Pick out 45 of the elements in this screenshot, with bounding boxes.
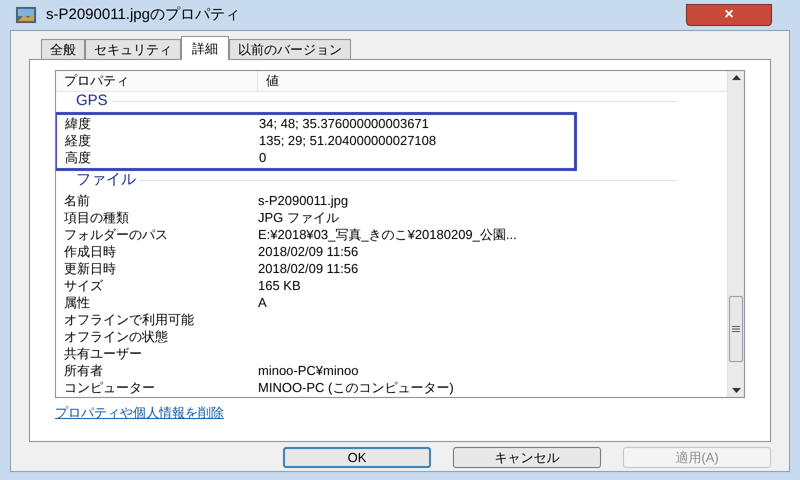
property-value: 34; 48; 35.376000000003671 [259,115,429,134]
property-name: 緯度 [64,115,92,134]
tab[interactable]: 全般 [41,39,85,59]
property-name: 作成日時 [63,243,117,262]
property-name: 共有ユーザー [63,345,143,364]
property-name: サイズ [63,277,104,296]
property-name: オフラインで利用可能 [63,311,195,330]
close-button[interactable]: × [686,4,772,26]
tab[interactable]: セキュリティ [85,39,181,59]
property-name: 更新日時 [63,260,117,278]
property-value: 0 [259,149,266,168]
window-title: s-P2090011.jpgのプロパティ [46,4,240,25]
tab[interactable]: 詳細 [181,36,229,60]
property-value: JPG ファイル [258,209,339,228]
scrollbar[interactable] [727,71,744,397]
group-header: ファイル [76,170,136,190]
property-name: 高度 [64,149,92,168]
scroll-down-icon[interactable] [732,388,740,393]
property-value: 2018/02/09 11:56 [258,243,358,262]
tab[interactable]: 以前のバージョン [229,39,351,59]
property-name: 経度 [64,132,92,150]
column-header[interactable]: プロパティ [56,71,258,90]
property-name: 属性 [63,294,91,312]
dialog-button[interactable]: キャンセル [453,447,601,468]
property-value: 135; 29; 51.204000000027108 [259,132,436,150]
property-value: minoo-PC¥minoo [258,362,358,380]
property-value: MINOO-PC (このコンピューター) [258,379,454,397]
group-header: GPS [76,91,108,112]
scroll-up-icon[interactable] [732,75,740,80]
property-value: s-P2090011.jpg [258,192,348,210]
property-value: E:¥2018¥03_写真_きのこ¥20180209_公園... [258,226,517,244]
remove-properties-link[interactable]: プロパティや個人情報を削除 [55,405,224,420]
property-value: 165 KB [258,277,301,296]
property-name: 名前 [63,192,91,210]
property-name: 項目の種類 [63,209,130,228]
column-header[interactable]: 値 [258,71,727,90]
property-name: オフラインの状態 [63,328,169,346]
property-name: フォルダーのパス [63,226,169,244]
property-value: A [258,294,267,312]
scroll-thumb[interactable] [729,296,743,362]
image-file-icon [16,7,36,23]
property-value: 2018/02/09 11:56 [258,260,358,278]
property-name: 所有者 [63,362,104,380]
property-name: コンピューター [63,379,156,397]
dialog-button[interactable]: OK [283,447,431,468]
